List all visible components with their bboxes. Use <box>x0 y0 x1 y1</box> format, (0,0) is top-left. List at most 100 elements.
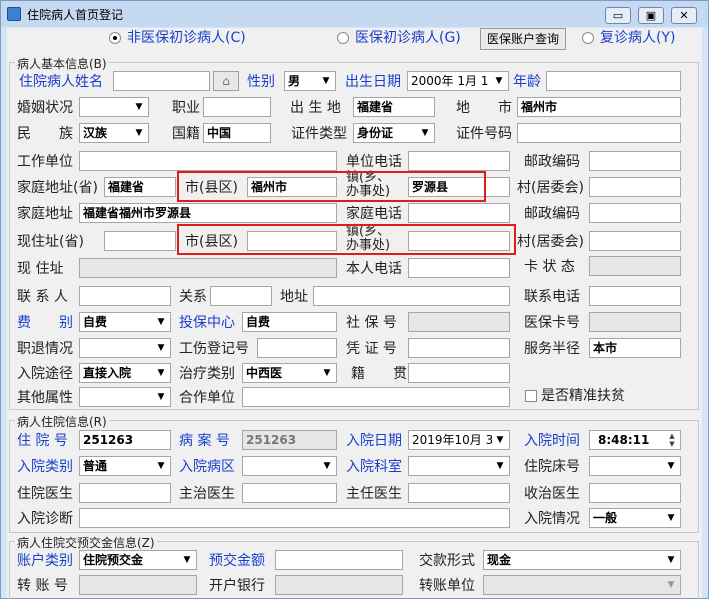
label-work-unit: 工作单位 <box>17 154 73 170</box>
chevron-down-icon: ▼ <box>153 365 169 381</box>
label-birth-date: 出生日期 <box>345 74 401 90</box>
chief-doctor-input[interactable] <box>242 483 337 503</box>
insure-center-input[interactable]: 自费 <box>242 312 337 332</box>
receiving-doctor-input[interactable] <box>589 483 681 503</box>
other-select[interactable]: ▼ <box>79 387 171 407</box>
occupation-input[interactable] <box>203 97 271 117</box>
current-village-input[interactable] <box>589 231 681 251</box>
chevron-down-icon: ▼ <box>319 458 335 474</box>
label-prepay-amount: 预交金额 <box>209 553 265 569</box>
inpatient-no-input[interactable]: 251263 <box>79 430 171 450</box>
city-input[interactable]: 福州市 <box>517 97 681 117</box>
read-card-button[interactable]: ⌂ <box>213 71 239 91</box>
label-home-province: 家庭地址(省) <box>17 180 98 196</box>
contact-address-input[interactable] <box>313 286 510 306</box>
spin-up-icon[interactable]: ▲ <box>669 432 674 440</box>
label-sex: 性别 <box>247 74 275 90</box>
chevron-down-icon: ▼ <box>319 365 335 381</box>
radio-insured-first[interactable] <box>337 32 349 44</box>
home-phone-input[interactable] <box>408 203 510 223</box>
bank-input[interactable] <box>275 575 403 595</box>
age-input[interactable] <box>546 71 681 91</box>
id-type-select[interactable]: 身份证 ▼ <box>353 123 435 143</box>
home-province-input[interactable]: 福建省 <box>104 177 176 197</box>
treat-select[interactable]: 中西医 ▼ <box>242 363 337 383</box>
postcode-input[interactable] <box>589 151 681 171</box>
label-village: 村(居委会) <box>517 180 584 196</box>
coop-input[interactable] <box>242 387 510 407</box>
patient-name-input[interactable] <box>113 71 210 91</box>
doctor-input[interactable] <box>79 483 171 503</box>
label-chief-doctor: 主治医生 <box>179 486 235 502</box>
minimize-button[interactable]: ▭ <box>605 7 631 24</box>
spin-down-icon[interactable]: ▼ <box>669 440 674 448</box>
home-address-input[interactable]: 福建省福州市罗源县 <box>79 203 337 223</box>
route-select[interactable]: 直接入院 ▼ <box>79 363 171 383</box>
prepay-amount-input[interactable] <box>275 550 403 570</box>
village-input[interactable] <box>589 177 681 197</box>
social-no-input[interactable] <box>408 312 510 332</box>
account-type-select[interactable]: 住院预交金 ▼ <box>79 550 197 570</box>
admit-ward-select[interactable]: ▼ <box>242 456 337 476</box>
admit-time-input[interactable]: 8:48:11 ▲ ▼ <box>589 430 681 450</box>
admit-dept-select[interactable]: ▼ <box>408 456 510 476</box>
admit-date-picker[interactable]: 2019年10月 3 ▼ <box>408 430 510 450</box>
injury-input[interactable] <box>257 338 337 358</box>
chevron-down-icon: ▼ <box>318 73 334 89</box>
birthplace-input[interactable]: 福建省 <box>353 97 435 117</box>
fee-type-select[interactable]: 自费 ▼ <box>79 312 171 332</box>
diagnosis-input[interactable] <box>79 508 510 528</box>
bed-no-select[interactable]: ▼ <box>589 456 681 476</box>
self-phone-input[interactable] <box>408 258 510 278</box>
chevron-down-icon: ▼ <box>153 458 169 474</box>
condition-select[interactable]: 一般 ▼ <box>589 508 681 528</box>
poverty-checkbox[interactable] <box>525 390 537 402</box>
postcode-2-input[interactable] <box>589 203 681 223</box>
radio-label-non-insured: 非医保初诊病人(C) <box>127 30 246 46</box>
card-status-input[interactable] <box>589 256 681 276</box>
unit-phone-input[interactable] <box>408 151 510 171</box>
label-fee-type: 费 别 <box>17 315 73 331</box>
case-no-input[interactable]: 251263 <box>242 430 337 450</box>
admit-type-select[interactable]: 普通 ▼ <box>79 456 171 476</box>
label-other: 其他属性 <box>17 390 73 406</box>
retire-select[interactable]: ▼ <box>79 338 171 358</box>
medical-card-input[interactable] <box>589 312 681 332</box>
label-retire: 职退情况 <box>17 341 73 357</box>
current-address-input[interactable] <box>79 258 337 278</box>
radio-return-visit[interactable] <box>582 32 594 44</box>
label-director-doctor: 主任医生 <box>346 486 402 502</box>
sex-select[interactable]: 男 ▼ <box>284 71 336 91</box>
voucher-input[interactable] <box>408 338 510 358</box>
director-doctor-input[interactable] <box>408 483 510 503</box>
pay-form-select[interactable]: 现金 ▼ <box>483 550 681 570</box>
contact-phone-input[interactable] <box>589 286 681 306</box>
radius-input[interactable]: 本市 <box>589 338 681 358</box>
work-unit-input[interactable] <box>79 151 337 171</box>
birth-date-picker[interactable]: 2000年 1月 1 ▼ <box>407 71 509 91</box>
nationality-input[interactable]: 中国 <box>203 123 271 143</box>
marital-select[interactable]: ▼ <box>79 97 149 117</box>
maximize-button[interactable]: ▣ <box>638 7 664 24</box>
radio-non-insured-first[interactable] <box>109 32 121 44</box>
id-number-input[interactable] <box>517 123 681 143</box>
spin-buttons[interactable]: ▲ ▼ <box>665 432 679 448</box>
card-icon: ⌂ <box>222 74 230 88</box>
insurance-account-query-button[interactable]: 医保账户查询 <box>480 28 566 50</box>
relation-input[interactable] <box>210 286 272 306</box>
close-button[interactable]: ✕ <box>671 7 697 24</box>
native-place-input[interactable] <box>408 363 510 383</box>
contact-input[interactable] <box>79 286 171 306</box>
label-transfer-unit: 转账单位 <box>419 578 475 594</box>
label-home-phone: 家庭电话 <box>346 206 402 222</box>
chevron-down-icon: ▼ <box>179 552 195 568</box>
label-contact-phone: 联系电话 <box>524 289 580 305</box>
label-home-address: 家庭地址 <box>17 206 73 222</box>
transfer-unit-select[interactable]: ▼ <box>483 575 681 595</box>
label-id-type: 证件类型 <box>291 126 347 142</box>
transfer-no-input[interactable] <box>79 575 197 595</box>
current-province-input[interactable] <box>104 231 176 251</box>
nation-select[interactable]: 汉族 ▼ <box>79 123 149 143</box>
label-self-phone: 本人电话 <box>346 261 402 277</box>
chevron-down-icon: ▼ <box>663 577 679 593</box>
